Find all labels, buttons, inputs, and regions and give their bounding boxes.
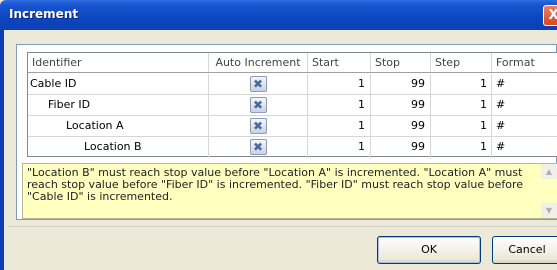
cancel-button[interactable]: Cancel	[492, 236, 557, 264]
increment-dialog: Increment X Identifier Auto Increment St…	[0, 0, 557, 270]
start-cell[interactable]: 1	[308, 137, 371, 158]
window-title: Increment	[9, 7, 79, 21]
auto-increment-cell: ✖	[209, 74, 308, 94]
content-panel: Identifier Auto Increment Start Stop Ste…	[16, 44, 557, 220]
auto-increment-cell: ✖	[209, 95, 308, 115]
step-cell[interactable]: 1	[431, 74, 492, 94]
start-cell[interactable]: 1	[308, 116, 371, 136]
format-cell[interactable]: #	[492, 74, 557, 94]
table-row[interactable]: Location B ✖ 1 99 1 #	[28, 137, 557, 158]
header-identifier[interactable]: Identifier	[28, 53, 209, 72]
window-frame-left	[0, 30, 4, 270]
title-bar: Increment X	[0, 0, 557, 30]
identifier-cell[interactable]: Location A	[28, 116, 209, 136]
x-icon[interactable]: ✖	[249, 76, 267, 92]
start-cell[interactable]: 1	[308, 95, 371, 115]
header-start[interactable]: Start	[308, 53, 371, 72]
close-icon[interactable]: X	[543, 5, 557, 26]
x-icon[interactable]: ✖	[249, 139, 267, 155]
identifier-cell[interactable]: Cable ID	[28, 74, 209, 94]
x-icon[interactable]: ✖	[249, 97, 267, 113]
table-row[interactable]: Location A ✖ 1 99 1 #	[28, 116, 557, 137]
format-cell[interactable]: #	[492, 95, 557, 115]
increment-description: "Location B" must reach stop value befor…	[22, 163, 557, 219]
x-icon[interactable]: ✖	[249, 118, 267, 134]
stop-cell[interactable]: 99	[371, 74, 431, 94]
stop-cell[interactable]: 99	[371, 95, 431, 115]
table-row[interactable]: Fiber ID ✖ 1 99 1 #	[28, 95, 557, 116]
identifier-cell[interactable]: Location B	[28, 137, 209, 158]
auto-increment-cell: ✖	[209, 116, 308, 136]
identifier-cell[interactable]: Fiber ID	[28, 95, 209, 115]
stop-cell[interactable]: 99	[371, 137, 431, 158]
auto-increment-cell: ✖	[209, 137, 308, 158]
increment-grid: Identifier Auto Increment Start Stop Ste…	[27, 52, 557, 158]
chevron-down-icon[interactable]: ▼	[541, 203, 557, 218]
stop-cell[interactable]: 99	[371, 116, 431, 136]
description-text: "Location B" must reach stop value befor…	[27, 166, 524, 203]
grid-header: Identifier Auto Increment Start Stop Ste…	[28, 53, 557, 73]
format-cell[interactable]: #	[492, 116, 557, 136]
step-cell[interactable]: 1	[431, 95, 492, 115]
table-row[interactable]: Cable ID ✖ 1 99 1 #	[28, 74, 557, 95]
chevron-up-icon[interactable]: ▲	[541, 164, 557, 179]
header-stop[interactable]: Stop	[371, 53, 431, 72]
header-auto-increment[interactable]: Auto Increment	[209, 53, 308, 72]
start-cell[interactable]: 1	[308, 74, 371, 94]
header-step[interactable]: Step	[431, 53, 492, 72]
divider	[8, 226, 557, 227]
header-format[interactable]: Format	[492, 53, 557, 72]
step-cell[interactable]: 1	[431, 116, 492, 136]
format-cell[interactable]: #	[492, 137, 557, 158]
ok-button[interactable]: OK	[377, 236, 481, 264]
step-cell[interactable]: 1	[431, 137, 492, 158]
